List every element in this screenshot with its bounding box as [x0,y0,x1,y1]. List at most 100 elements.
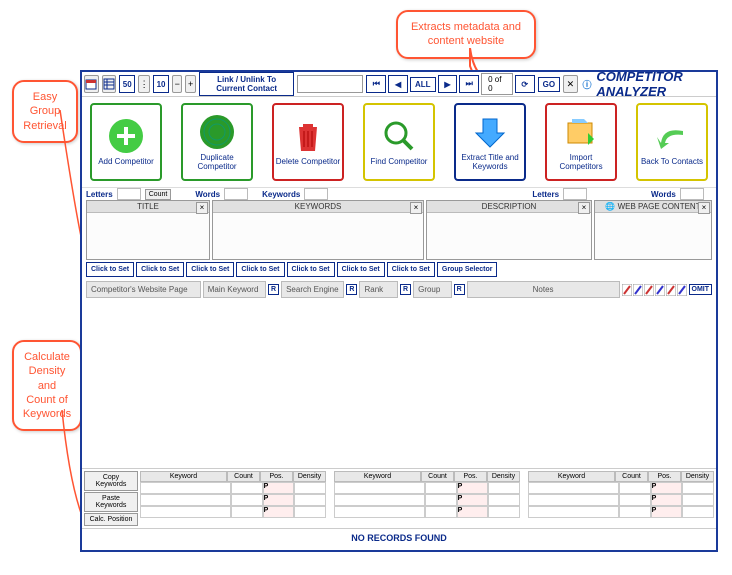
r-tag[interactable]: R [400,284,411,295]
pencil-icon-red[interactable] [644,284,654,296]
go-button[interactable]: GO [538,77,560,92]
btn-label: Find Competitor [371,158,428,167]
kw-col-1: KeywordCountPos.Density P P P [140,471,326,518]
extract-button[interactable]: Extract Title and Keywords [454,103,526,181]
kw-col-3: KeywordCountPos.Density P P P [528,471,714,518]
lbl-words2: Words [651,190,676,199]
lbl-keywords: Keywords [262,190,300,199]
fields-row: Competitor's Website Page Main Keyword R… [82,279,716,300]
calc-position-button[interactable]: Calc. Position [84,513,138,526]
click-set-7[interactable]: Click to Set [387,262,435,277]
action-icon[interactable]: ✕ [563,75,578,93]
dots-icon[interactable]: ⋮ [138,75,150,93]
main-toolbar: Add Competitor Duplicate Competitor Dele… [82,97,716,188]
btn-label: Duplicate Competitor [183,154,251,172]
kw-side-buttons: Copy Keywords Paste Keywords Calc. Posit… [84,471,138,526]
main-keyword-field[interactable]: Main Keyword [203,281,266,298]
webpage-panel[interactable]: 🌐 WEB PAGE CONTENT × [594,200,712,260]
nav-last-icon[interactable]: ⏭ [459,75,479,93]
panels-row: TITLE × KEYWORDS × DESCRIPTION × 🌐 WEB P… [82,200,716,260]
lbl-letters2: Letters [532,190,559,199]
letters-field [117,188,141,200]
search-engine-field[interactable]: Search Engine [281,281,344,298]
pencil-icon-red[interactable] [666,284,676,296]
minus-icon[interactable]: − [172,75,182,93]
nav-prev-icon[interactable]: ◀ [388,75,408,93]
panel-header: DESCRIPTION [427,201,591,213]
calendar-icon[interactable] [84,75,99,93]
body-area [82,300,716,469]
omit-tag[interactable]: OMIT [689,284,713,295]
click-set-3[interactable]: Click to Set [186,262,234,277]
all-button[interactable]: ALL [410,77,436,92]
click-set-5[interactable]: Click to Set [287,262,335,277]
lbl-letters: Letters [86,190,113,199]
r-tag[interactable]: R [268,284,279,295]
pencil-icon-blue[interactable] [677,284,687,296]
pencil-icon-red[interactable] [622,284,632,296]
nav-first-icon[interactable]: ⏮ [366,75,386,93]
website-field[interactable]: Competitor's Website Page [86,281,201,298]
close-icon[interactable]: × [698,202,710,214]
click-set-6[interactable]: Click to Set [337,262,385,277]
kw-col-2: KeywordCountPos.Density P P P [334,471,520,518]
letters-field2 [563,188,587,200]
click-buttons: Click to Set Click to Set Click to Set C… [82,260,716,279]
delete-competitor-button[interactable]: Delete Competitor [272,103,344,181]
description-panel[interactable]: DESCRIPTION × [426,200,592,260]
plus-icon[interactable]: + [185,75,195,93]
title-panel[interactable]: TITLE × [86,200,210,260]
click-set-4[interactable]: Click to Set [236,262,284,277]
count-10[interactable]: 10 [153,75,169,93]
panel-header: 🌐 WEB PAGE CONTENT [595,201,711,213]
close-icon[interactable]: × [578,202,590,214]
group-field[interactable]: Group [413,281,452,298]
import-button[interactable]: Import Competitors [545,103,617,181]
group-selector[interactable]: Group Selector [437,262,498,277]
refresh-icon[interactable]: ⟳ [515,75,535,93]
close-icon[interactable]: × [196,202,208,214]
link-button[interactable]: Link / Unlink To Current Contact [199,72,295,96]
count-50[interactable]: 50 [119,75,135,93]
kw-grid: KeywordCountPos.Density P P P KeywordCou… [140,471,714,518]
search-input[interactable] [297,75,363,93]
count-button[interactable]: Count [145,189,172,200]
words-field [224,188,248,200]
click-set-2[interactable]: Click to Set [136,262,184,277]
nav-next-icon[interactable]: ▶ [438,75,458,93]
keywords-panel[interactable]: KEYWORDS × [212,200,424,260]
pencil-icon-blue[interactable] [633,284,643,296]
copy-keywords-button[interactable]: Copy Keywords [84,471,138,491]
r-tag[interactable]: R [346,284,357,295]
duplicate-competitor-button[interactable]: Duplicate Competitor [181,103,253,181]
btn-label: Back To Contacts [641,158,703,167]
panel-header: TITLE [87,201,209,213]
btn-label: Delete Competitor [276,158,340,167]
pencil-tools [622,284,687,296]
back-button[interactable]: Back To Contacts [636,103,708,181]
lbl-words: Words [195,190,220,199]
panel-labels: Letters Count Words Keywords Letters Wor… [82,188,716,200]
pencil-icon-blue[interactable] [655,284,665,296]
btn-label: Import Competitors [547,154,615,172]
panel-header: KEYWORDS [213,201,423,213]
keyword-bar: Copy Keywords Paste Keywords Calc. Posit… [82,469,716,528]
add-competitor-button[interactable]: Add Competitor [90,103,162,181]
paste-keywords-button[interactable]: Paste Keywords [84,492,138,512]
notes-field[interactable]: Notes [467,281,620,298]
close-icon[interactable]: × [410,202,422,214]
rank-field[interactable]: Rank [359,281,398,298]
r-tag[interactable]: R [454,284,465,295]
grid-icon[interactable] [102,75,117,93]
app-title: COMPETITOR ANALYZER [596,69,708,99]
kw-field [304,188,328,200]
btn-label: Extract Title and Keywords [456,154,524,172]
callout-text: Extracts metadata and content website [411,21,521,47]
btn-label: Add Competitor [98,158,154,167]
find-competitor-button[interactable]: Find Competitor [363,103,435,181]
words-field2 [680,188,704,200]
footer-status: NO RECORDS FOUND [82,528,716,547]
info-icon[interactable]: ⓘ [581,76,594,92]
click-set-1[interactable]: Click to Set [86,262,134,277]
record-counter: 0 of 0 [481,73,513,95]
